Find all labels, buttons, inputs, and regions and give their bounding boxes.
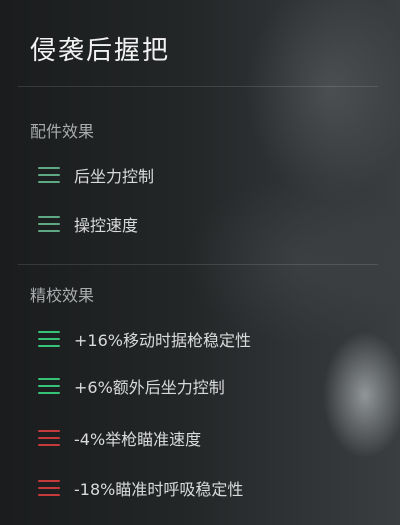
title-divider <box>18 86 378 87</box>
attachment-effect-text: 后坐力控制 <box>74 167 155 186</box>
tuning-effect-text: +6%额外后坐力控制 <box>74 378 225 397</box>
attachment-detail-panel: 侵袭后握把 配件效果 后坐力控制 操控速度 精校效果 +16%移动时据枪稳定性 … <box>0 0 400 525</box>
tuning-effect-text: -4%举枪瞄准速度 <box>74 430 202 449</box>
tuning-effect-text: +16%移动时据枪稳定性 <box>74 331 251 350</box>
positive-effect-icon <box>38 216 60 232</box>
section-divider <box>18 264 378 265</box>
attachment-title: 侵袭后握把 <box>30 36 171 66</box>
tuning-effect-row: +6%额外后坐力控制 <box>38 374 225 398</box>
attachment-effect-row: 操控速度 <box>38 212 138 236</box>
tuning-effects-label: 精校效果 <box>30 286 95 305</box>
negative-effect-icon <box>38 430 60 446</box>
tuning-effect-text: -18%瞄准时呼吸稳定性 <box>74 480 244 499</box>
positive-effect-icon <box>38 378 60 394</box>
tuning-effect-row: +16%移动时据枪稳定性 <box>38 327 251 351</box>
tuning-effect-row: -18%瞄准时呼吸稳定性 <box>38 476 243 500</box>
positive-effect-icon <box>38 167 60 183</box>
attachment-effect-text: 操控速度 <box>74 216 139 235</box>
positive-effect-icon <box>38 331 60 347</box>
attachment-effects-label: 配件效果 <box>30 122 95 141</box>
negative-effect-icon <box>38 480 60 496</box>
attachment-effect-row: 后坐力控制 <box>38 163 154 187</box>
tuning-effect-row: -4%举枪瞄准速度 <box>38 426 201 450</box>
